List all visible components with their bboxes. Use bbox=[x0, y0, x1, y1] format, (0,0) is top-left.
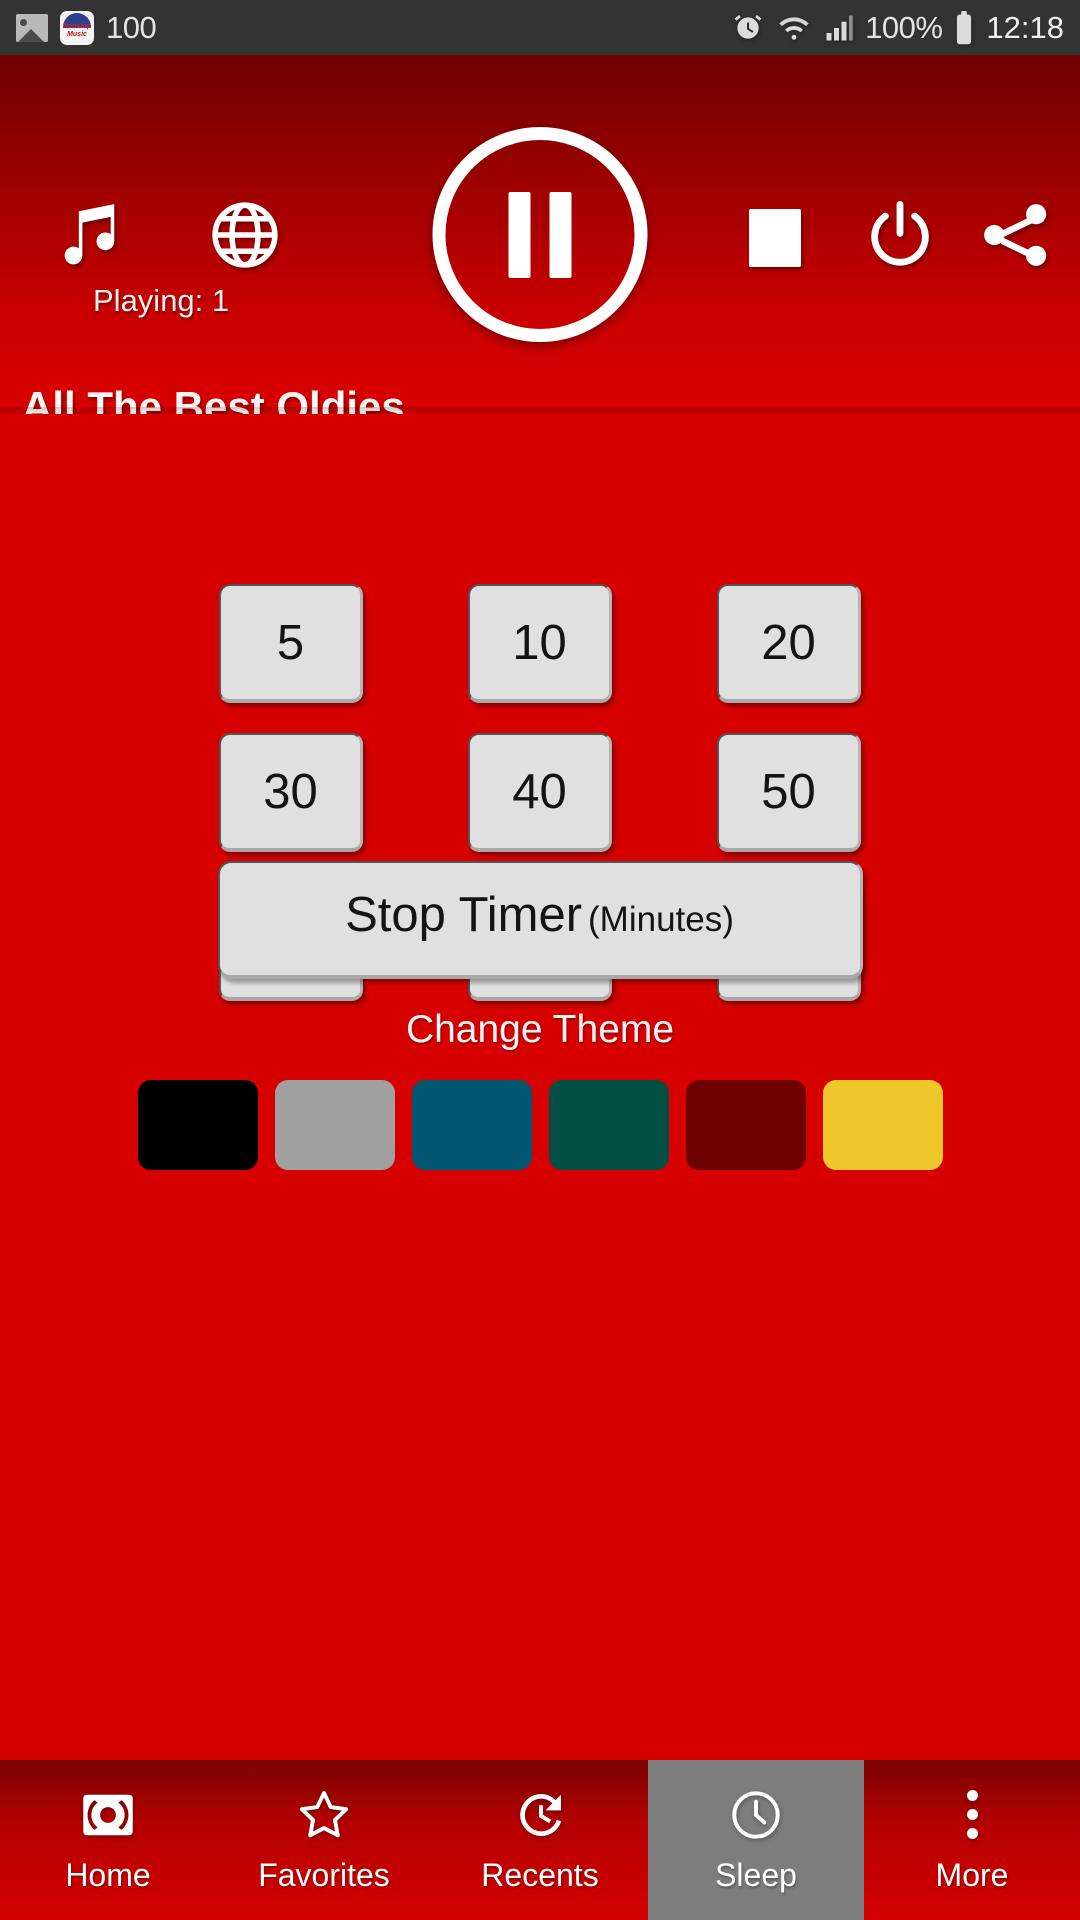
player-header: Playing: 1 All The Best Oldies bbox=[0, 55, 1080, 430]
header-divider bbox=[0, 407, 1080, 414]
stop-timer-label: Stop Timer bbox=[345, 888, 583, 942]
more-icon bbox=[944, 1787, 1000, 1843]
stop-timer-button[interactable]: Stop Timer (Minutes) bbox=[217, 861, 863, 979]
theme-swatch-black[interactable] bbox=[137, 1080, 258, 1170]
nav-item-more[interactable]: More bbox=[864, 1760, 1080, 1920]
share-icon[interactable] bbox=[975, 195, 1055, 275]
sleep-timer-screen: 5 10 20 30 40 50 60 120 180 Stop Timer (… bbox=[0, 414, 1080, 1759]
nav-label-home: Home bbox=[65, 1856, 151, 1893]
history-icon bbox=[512, 1787, 568, 1843]
image-icon bbox=[16, 13, 48, 42]
nav-label-recents: Recents bbox=[481, 1856, 599, 1893]
pause-bar-left bbox=[508, 191, 531, 278]
badge-line-2: Music bbox=[67, 30, 87, 38]
timer-button-5[interactable]: 5 bbox=[219, 584, 363, 703]
status-bar-right: 100% 12:18 bbox=[732, 10, 1064, 46]
nav-item-home[interactable]: Home bbox=[0, 1760, 216, 1920]
timer-button-50[interactable]: 50 bbox=[717, 733, 861, 852]
stop-timer-unit: (Minutes) bbox=[588, 900, 734, 939]
timer-button-10[interactable]: 10 bbox=[468, 584, 612, 703]
cellular-signal-icon bbox=[824, 12, 854, 44]
pause-bar-right bbox=[549, 191, 572, 278]
notification-count: 100 bbox=[106, 9, 157, 45]
power-icon[interactable] bbox=[860, 195, 940, 275]
theme-swatch-maroon[interactable] bbox=[685, 1080, 806, 1170]
status-bar-clock: 12:18 bbox=[986, 9, 1064, 45]
badge-line-1: Nonstop bbox=[62, 22, 92, 30]
wifi-icon bbox=[775, 12, 813, 44]
more-dot bbox=[966, 1790, 978, 1801]
nav-item-recents[interactable]: Recents bbox=[432, 1760, 648, 1920]
timer-button-30[interactable]: 30 bbox=[219, 733, 363, 852]
battery-percent: 100% bbox=[865, 9, 943, 45]
theme-swatch-row bbox=[0, 1080, 1080, 1170]
nav-label-favorites: Favorites bbox=[258, 1856, 390, 1893]
timer-button-40[interactable]: 40 bbox=[468, 733, 612, 852]
timer-button-20[interactable]: 20 bbox=[717, 584, 861, 703]
change-theme-label: Change Theme bbox=[405, 1008, 675, 1051]
music-note-icon[interactable] bbox=[48, 190, 138, 275]
battery-icon bbox=[953, 10, 975, 45]
nonstop-music-app-icon: Nonstop Music bbox=[60, 10, 94, 45]
more-dot bbox=[966, 1828, 978, 1839]
stop-timer-row: Stop Timer (Minutes) bbox=[0, 861, 1080, 979]
nav-item-favorites[interactable]: Favorites bbox=[216, 1760, 432, 1920]
bottom-navigation: Home Favorites Recents Sleep More bbox=[0, 1760, 1080, 1920]
theme-swatch-gray[interactable] bbox=[274, 1080, 395, 1170]
playing-status: Playing: 1 bbox=[93, 283, 230, 318]
nav-item-sleep[interactable]: Sleep bbox=[648, 1760, 864, 1920]
star-icon bbox=[296, 1787, 352, 1843]
clock-icon bbox=[728, 1787, 784, 1843]
stop-square bbox=[749, 209, 801, 267]
timer-row: 5 10 20 bbox=[0, 584, 1080, 703]
globe-icon[interactable] bbox=[205, 195, 285, 275]
radio-icon bbox=[80, 1787, 136, 1843]
timer-row: 30 40 50 bbox=[0, 733, 1080, 852]
nav-label-sleep: Sleep bbox=[715, 1856, 797, 1893]
stop-icon[interactable] bbox=[740, 203, 810, 273]
theme-swatch-yellow[interactable] bbox=[822, 1080, 943, 1170]
more-dots bbox=[966, 1790, 978, 1839]
more-dot bbox=[966, 1809, 978, 1820]
pause-button[interactable] bbox=[432, 127, 648, 342]
status-bar: Nonstop Music 100 100% 12:18 bbox=[0, 0, 1080, 55]
alarm-clock-icon bbox=[732, 12, 764, 44]
theme-swatch-green[interactable] bbox=[548, 1080, 669, 1170]
status-bar-left: Nonstop Music 100 bbox=[16, 9, 157, 46]
app-root: Nonstop Music 100 100% 12:18 Playing: 1 … bbox=[0, 0, 1080, 1920]
theme-swatch-blue[interactable] bbox=[411, 1080, 532, 1170]
nav-label-more: More bbox=[935, 1856, 1009, 1893]
